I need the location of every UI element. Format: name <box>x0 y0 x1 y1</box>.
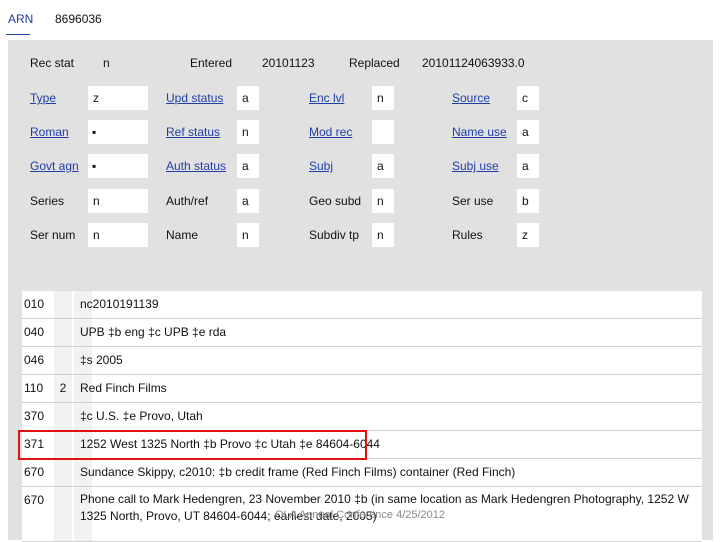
subj-label[interactable]: Subj <box>309 159 333 173</box>
replaced-label: Replaced <box>349 56 400 70</box>
geo-subd-label: Geo subd <box>309 194 362 208</box>
govt-agn-value-box[interactable] <box>88 154 148 178</box>
rules-value: z <box>522 228 528 242</box>
ref-status-value: n <box>242 125 249 139</box>
indicator-1[interactable] <box>54 403 72 430</box>
subdiv-tp-label: Subdiv tp <box>309 228 360 242</box>
subj-use-value: a <box>522 159 529 173</box>
field-tag: 046 <box>24 353 45 367</box>
roman-label[interactable]: Roman <box>30 125 69 139</box>
field-content[interactable]: Sundance Skippy, c2010: ‡b credit frame … <box>80 465 692 479</box>
source-label[interactable]: Source <box>452 91 490 105</box>
field-row[interactable]: 010 nc2010191139 <box>22 291 702 319</box>
field-tag: 670 <box>24 465 45 479</box>
field-row[interactable]: 046 ‡s 2005 <box>22 347 702 375</box>
geo-subd-value: n <box>377 194 384 208</box>
enc-lvl-label[interactable]: Enc lvl <box>309 91 344 105</box>
rules-value-box[interactable] <box>517 223 539 247</box>
indicator-1[interactable] <box>54 319 72 346</box>
roman-value-box[interactable] <box>88 120 148 144</box>
name-label: Name <box>166 228 199 242</box>
name-value: n <box>242 228 249 242</box>
field-tag: 010 <box>24 297 45 311</box>
indicator-1[interactable] <box>54 291 72 318</box>
indicator-1[interactable]: 2 <box>54 375 72 402</box>
type-label[interactable]: Type <box>30 91 56 105</box>
ser-num-value: n <box>93 228 100 242</box>
auth-ref-label: Auth/ref <box>166 194 209 208</box>
subj-use-label[interactable]: Subj use <box>452 159 499 173</box>
enc-lvl-value: n <box>377 91 384 105</box>
arn-underline <box>6 34 30 35</box>
upd-status-value: a <box>242 91 249 105</box>
auth-ref-value: a <box>242 194 249 208</box>
field-row[interactable]: 370 ‡c U.S. ‡e Provo, Utah <box>22 403 702 431</box>
variable-fields-table: 010 nc2010191139 040 UPB ‡b eng ‡c UPB ‡… <box>22 291 702 542</box>
auth-status-label[interactable]: Auth status <box>166 159 226 173</box>
field-row[interactable]: 110 2 Red Finch Films <box>22 375 702 403</box>
indicator-1[interactable] <box>54 459 72 486</box>
arn-value: 8696036 <box>55 12 102 26</box>
indicator-1[interactable] <box>54 347 72 374</box>
roman-value: ▪ <box>92 125 97 139</box>
ref-status-label[interactable]: Ref status <box>166 125 220 139</box>
field-tag: 110 <box>24 381 44 395</box>
mod-rec-label[interactable]: Mod rec <box>309 125 352 139</box>
indicator-1[interactable] <box>54 487 72 541</box>
rec-stat-label: Rec stat <box>30 56 75 70</box>
source-value: c <box>522 91 528 105</box>
name-use-label[interactable]: Name use <box>452 125 507 139</box>
source-value-box[interactable] <box>517 86 539 110</box>
govt-agn-value: ▪ <box>92 159 97 173</box>
upd-status-label[interactable]: Upd status <box>166 91 223 105</box>
subdiv-tp-value: n <box>377 228 384 242</box>
field-row[interactable]: 670 Sundance Skippy, c2010: ‡b credit fr… <box>22 459 702 487</box>
rules-label: Rules <box>452 228 483 242</box>
name-use-value: a <box>522 125 529 139</box>
ser-use-value: b <box>522 194 529 208</box>
record-header: ARN 8696036 <box>0 0 720 40</box>
entered-label: Entered <box>190 56 233 70</box>
replaced-value: 20101124063933.0 <box>422 56 525 70</box>
field-content[interactable]: UPB ‡b eng ‡c UPB ‡e rda <box>80 325 692 339</box>
rec-stat-value: n <box>103 56 110 70</box>
entered-value: 20101123 <box>262 56 315 70</box>
ser-use-label: Ser use <box>452 194 494 208</box>
field-content[interactable]: nc2010191139 <box>80 297 692 311</box>
govt-agn-label[interactable]: Govt agn <box>30 159 79 173</box>
type-value: z <box>93 91 99 105</box>
field-tag: 670 <box>24 493 45 507</box>
highlight-box-371 <box>18 430 367 460</box>
auth-status-value: a <box>242 159 249 173</box>
field-row[interactable]: 040 UPB ‡b eng ‡c UPB ‡e rda <box>22 319 702 347</box>
series-value: n <box>93 194 100 208</box>
arn-label: ARN <box>8 12 34 26</box>
subj-value: a <box>377 159 384 173</box>
field-content[interactable]: Red Finch Films <box>80 381 692 395</box>
field-content[interactable]: ‡c U.S. ‡e Provo, Utah <box>80 409 692 423</box>
field-tag: 040 <box>24 325 45 339</box>
mod-rec-value-box[interactable] <box>372 120 394 144</box>
footer-caption: OLA Annual Conference 4/25/2012 <box>275 509 446 521</box>
series-label: Series <box>30 194 65 208</box>
field-content[interactable]: ‡s 2005 <box>80 353 692 367</box>
ser-num-label: Ser num <box>30 228 76 242</box>
field-tag: 370 <box>24 409 45 423</box>
